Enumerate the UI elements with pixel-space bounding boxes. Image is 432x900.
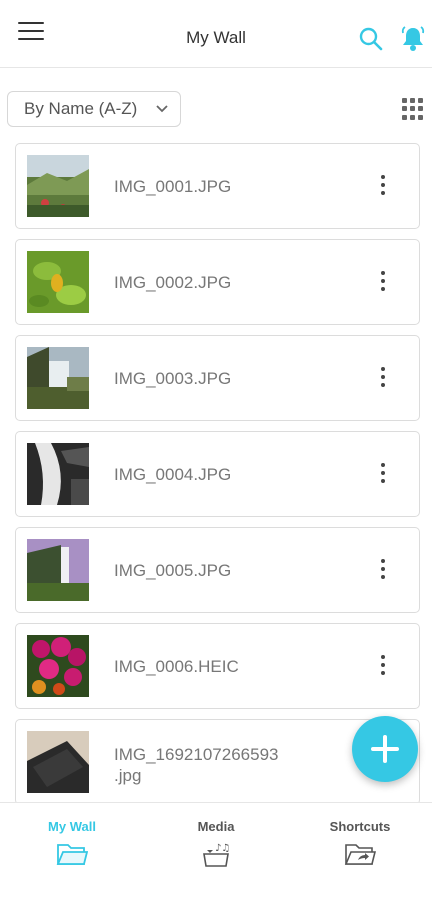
file-thumbnail — [27, 443, 89, 505]
nav-item-label: My Wall — [48, 819, 96, 834]
folder-icon — [56, 844, 88, 865]
grid-icon[interactable] — [402, 98, 424, 120]
nav-item-my-wall[interactable]: My Wall — [0, 803, 144, 900]
more-vertical-icon[interactable] — [378, 463, 388, 487]
more-vertical-icon[interactable] — [378, 271, 388, 295]
search-icon[interactable] — [358, 26, 384, 52]
bell-icon[interactable] — [400, 25, 426, 53]
file-thumbnail — [27, 539, 89, 601]
nav-item-label: Shortcuts — [329, 819, 391, 834]
file-list-item[interactable]: IMG_0002.JPG — [15, 239, 420, 325]
file-name: IMG_1692107266593 .jpg — [114, 744, 334, 786]
nav-item-label: Media — [197, 819, 235, 834]
nav-item-media[interactable]: Media ♪♫ — [144, 803, 288, 900]
file-name: IMG_0003.JPG — [114, 369, 232, 388]
file-thumbnail — [27, 251, 89, 313]
sort-dropdown[interactable]: By Name (A-Z) — [7, 91, 181, 127]
file-list-item[interactable]: IMG_0006.HEIC — [15, 623, 420, 709]
file-name-line: IMG_1692107266593 — [114, 745, 279, 764]
more-vertical-icon[interactable] — [378, 175, 388, 199]
file-name: IMG_0002.JPG — [114, 273, 232, 292]
file-name: IMG_0006.HEIC — [114, 657, 239, 676]
file-list-item[interactable]: IMG_0003.JPG — [15, 335, 420, 421]
file-name: IMG_0004.JPG — [114, 465, 232, 484]
file-name-line: .jpg — [114, 766, 142, 785]
app-screen: My Wall By Name (A-Z) IMG_0001.JPG IMG_0… — [0, 0, 432, 900]
file-name: IMG_0005.JPG — [114, 561, 232, 580]
file-list-item[interactable]: IMG_0001.JPG — [15, 143, 420, 229]
nav-item-shortcuts[interactable]: Shortcuts — [288, 803, 432, 900]
more-vertical-icon[interactable] — [378, 559, 388, 583]
file-thumbnail — [27, 155, 89, 217]
svg-text:♪♫: ♪♫ — [215, 843, 230, 854]
plus-icon — [371, 735, 399, 763]
media-icon: ♪♫ — [203, 843, 230, 867]
file-thumbnail — [27, 635, 89, 697]
bottom-navigation: My Wall Media ♪♫ Shortcuts — [0, 802, 432, 900]
file-name: IMG_0001.JPG — [114, 177, 232, 196]
file-thumbnail — [27, 347, 89, 409]
shortcut-folder-icon — [344, 844, 376, 865]
file-list-item[interactable]: IMG_0004.JPG — [15, 431, 420, 517]
file-thumbnail — [27, 731, 89, 793]
sort-dropdown-value: By Name (A-Z) — [24, 99, 138, 118]
chevron-down-icon — [156, 105, 168, 113]
more-vertical-icon[interactable] — [378, 367, 388, 391]
file-list-item[interactable]: IMG_0005.JPG — [15, 527, 420, 613]
add-button[interactable] — [352, 716, 418, 782]
more-vertical-icon[interactable] — [378, 655, 388, 679]
top-app-bar: My Wall — [0, 0, 432, 68]
